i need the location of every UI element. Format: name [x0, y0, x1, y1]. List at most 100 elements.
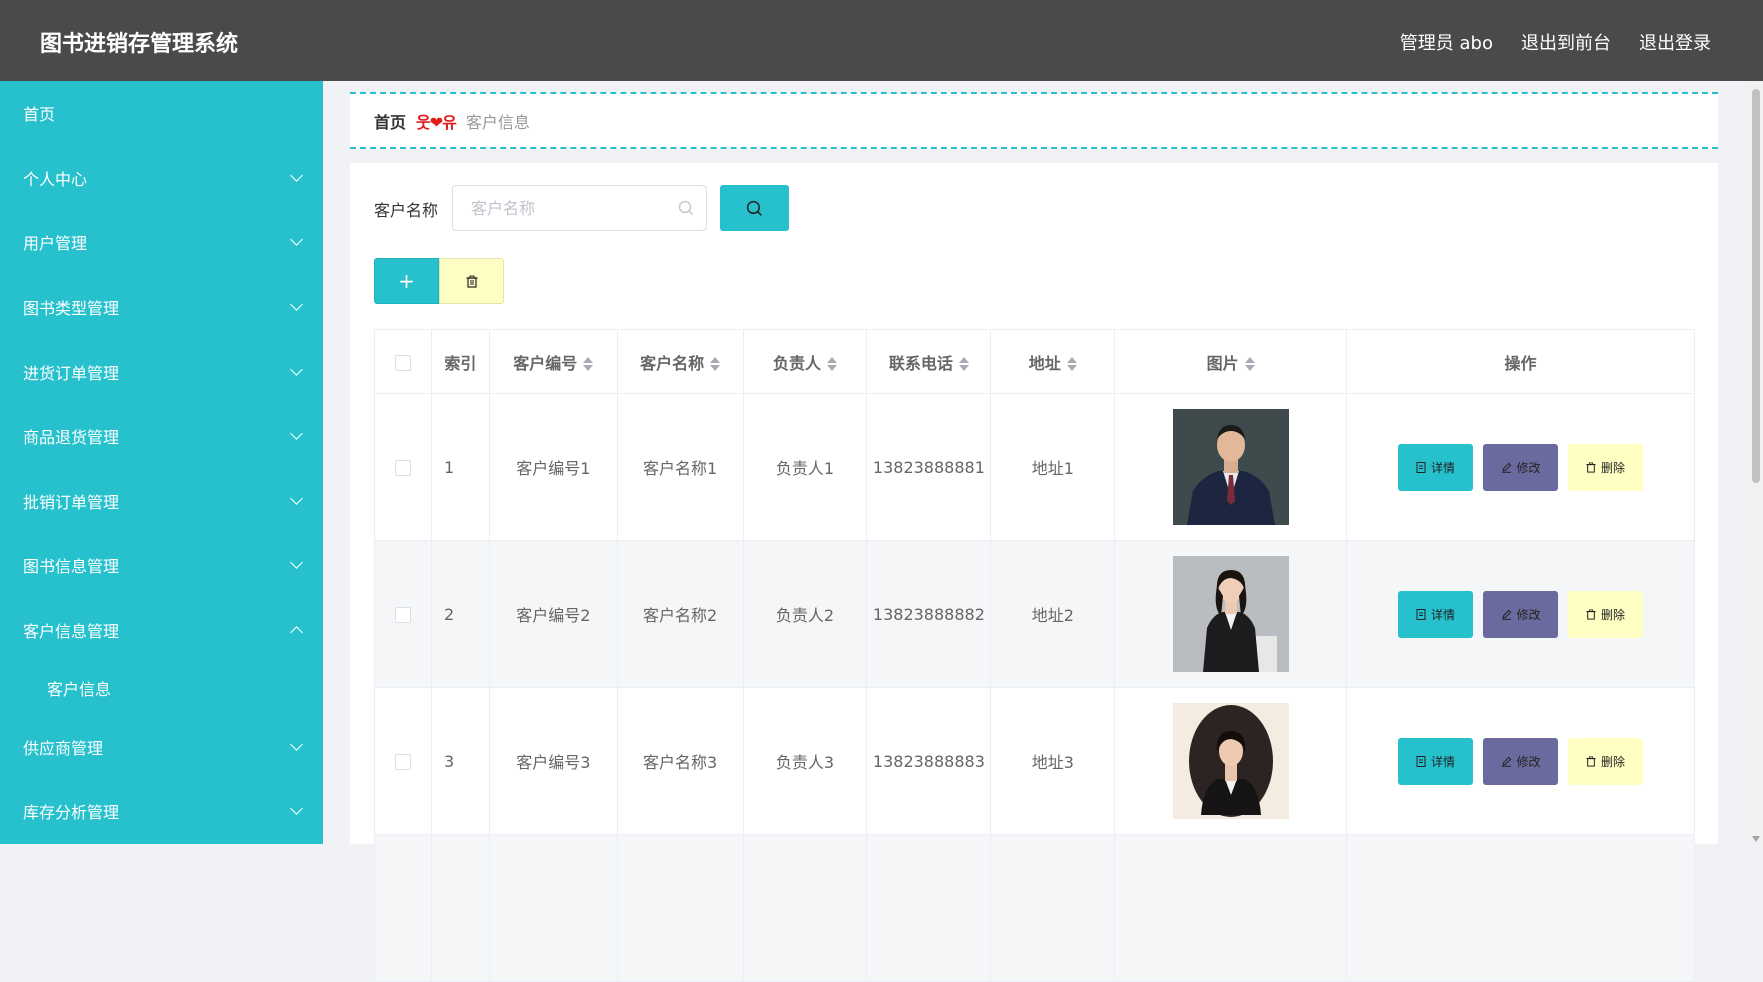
row-checkbox[interactable]: [394, 607, 411, 623]
row-cell: [990, 834, 1116, 982]
page-scrollbar[interactable]: [1749, 81, 1763, 844]
delete-button[interactable]: 删除: [1568, 443, 1644, 491]
delete-label: 删除: [1601, 754, 1626, 769]
search-label: 客户名称: [374, 201, 439, 220]
sidebar-item-supplier-management[interactable]: 供应商管理: [0, 714, 323, 779]
cell-owner: 负责人2: [742, 540, 868, 688]
edit-button[interactable]: 修改: [1483, 590, 1559, 638]
edit-icon: [1501, 462, 1511, 473]
add-button[interactable]: +: [374, 258, 439, 304]
sort-icon[interactable]: [710, 356, 721, 372]
column-header-actions: 操作: [1346, 329, 1695, 394]
chevron-down-icon: [290, 298, 303, 311]
detail-button[interactable]: 详情: [1398, 737, 1474, 785]
sidebar-item-personal-center[interactable]: 个人中心: [0, 146, 323, 211]
cell-index: 1: [430, 393, 490, 541]
chevron-down-icon: [290, 556, 303, 570]
sidebar-item-book-info-management[interactable]: 图书信息管理: [0, 533, 323, 598]
sidebar-item-purchase-order-management[interactable]: 进货订单管理: [0, 339, 323, 404]
column-header-name[interactable]: 客户名称: [616, 329, 744, 394]
cell-owner: 负责人3: [742, 687, 868, 835]
sidebar-subitem-customer-info[interactable]: 客户信息: [0, 662, 323, 714]
sort-icon[interactable]: [1244, 356, 1255, 372]
scrollbar-thumb[interactable]: [1752, 89, 1760, 483]
scroll-down-arrow-icon[interactable]: [1752, 836, 1760, 842]
customer-photo[interactable]: [1172, 703, 1289, 819]
cell-phone: 13823888881: [866, 393, 992, 541]
cell-photo: [1114, 687, 1348, 835]
document-icon: [1416, 461, 1426, 473]
customer-photo[interactable]: [1172, 409, 1289, 525]
sidebar-item-label: 个人中心: [23, 169, 88, 189]
cell-index: 2: [430, 540, 490, 688]
sort-icon[interactable]: [583, 356, 594, 372]
sidebar-item-customer-info-management[interactable]: 客户信息管理: [0, 598, 323, 663]
delete-button[interactable]: 删除: [1568, 737, 1644, 785]
breadcrumb-home[interactable]: 首页: [374, 109, 406, 133]
row-cell: [1346, 834, 1695, 982]
sort-icon[interactable]: [1066, 356, 1077, 372]
sidebar-item-wholesale-order-management[interactable]: 批销订单管理: [0, 469, 323, 534]
cell-actions: 详情 修改 删除: [1346, 540, 1695, 688]
chevron-down-icon: [290, 427, 303, 441]
row-cell: [616, 834, 744, 982]
edit-button[interactable]: 修改: [1483, 737, 1559, 785]
customer-photo[interactable]: [1172, 556, 1289, 672]
table-header-row: 索引 客户编号 客户名称 负责人 联系电话 地址 图片 操作: [374, 329, 1695, 394]
sidebar-item-book-type-management[interactable]: 图书类型管理: [0, 275, 323, 340]
row-checkbox[interactable]: [394, 460, 411, 476]
sidebar-item-home[interactable]: 首页: [0, 81, 323, 146]
search-input[interactable]: [453, 186, 673, 230]
column-header-label: 客户名称: [640, 353, 705, 373]
document-icon: [1416, 608, 1426, 620]
row-cell: [430, 834, 490, 982]
main-panel: 客户名称 + 索引 客户编号 客户名称 负责人 联系电话 地址 图片 操作: [350, 163, 1718, 982]
select-all-cell: [374, 329, 432, 394]
exit-to-front-link[interactable]: 退出到前台: [1521, 29, 1611, 55]
sidebar-item-label: 商品退货管理: [23, 428, 120, 448]
chevron-down-icon: [290, 737, 303, 751]
select-all-checkbox[interactable]: [394, 354, 411, 371]
sidebar-item-label: 库存分析管理: [23, 803, 120, 823]
detail-button[interactable]: 详情: [1398, 443, 1474, 491]
chevron-down-icon: [290, 362, 303, 376]
batch-delete-button[interactable]: [439, 258, 504, 304]
detail-label: 详情: [1431, 754, 1456, 769]
chevron-down-icon: [290, 802, 303, 816]
header-actions: 管理员 abo 退出到前台 退出登录: [1400, 29, 1711, 55]
column-header-code[interactable]: 客户编号: [488, 329, 618, 394]
breadcrumb-separator: 웃❤유: [416, 112, 457, 132]
column-header-label: 联系电话: [888, 353, 953, 373]
chevron-down-icon: [290, 491, 303, 505]
admin-user-link[interactable]: 管理员 abo: [1400, 29, 1493, 55]
delete-button[interactable]: 删除: [1568, 590, 1644, 638]
edit-icon: [1501, 756, 1511, 767]
chevron-up-icon: [290, 626, 303, 639]
search-icon: [678, 200, 694, 220]
search-button[interactable]: [720, 185, 789, 231]
detail-button[interactable]: 详情: [1398, 590, 1474, 638]
table-row: 1 客户编号1 客户名称1 负责人1 13823888881 地址1 详情 修改…: [374, 393, 1695, 541]
edit-button[interactable]: 修改: [1483, 443, 1559, 491]
sort-icon[interactable]: [958, 356, 969, 372]
app-title: 图书进销存管理系统: [40, 32, 239, 57]
row-checkbox[interactable]: [394, 754, 411, 770]
sidebar-item-inventory-analysis[interactable]: 库存分析管理: [0, 779, 323, 844]
column-header-phone[interactable]: 联系电话: [866, 329, 992, 394]
column-header-photo[interactable]: 图片: [1114, 329, 1348, 394]
delete-label: 删除: [1601, 607, 1626, 622]
sidebar-item-label: 客户信息: [47, 680, 112, 700]
chevron-down-icon: [290, 169, 303, 182]
sidebar-item-return-management[interactable]: 商品退货管理: [0, 404, 323, 469]
column-header-owner[interactable]: 负责人: [742, 329, 868, 394]
logout-link[interactable]: 退出登录: [1639, 29, 1711, 55]
sidebar: 首页 个人中心 用户管理 图书类型管理 进货订单管理 商品退货管理 批销订单管理…: [0, 81, 323, 844]
column-header-address[interactable]: 地址: [990, 329, 1116, 394]
sort-icon[interactable]: [826, 356, 837, 372]
cell-name: 客户名称3: [616, 687, 744, 835]
trash-icon: [1586, 609, 1596, 620]
sidebar-item-label: 首页: [23, 105, 56, 125]
table-row: 2 客户编号2 客户名称2 负责人2 13823888882 地址2 详情 修改…: [374, 540, 1695, 688]
column-header-label: 客户编号: [513, 353, 578, 373]
sidebar-item-user-management[interactable]: 用户管理: [0, 210, 323, 275]
